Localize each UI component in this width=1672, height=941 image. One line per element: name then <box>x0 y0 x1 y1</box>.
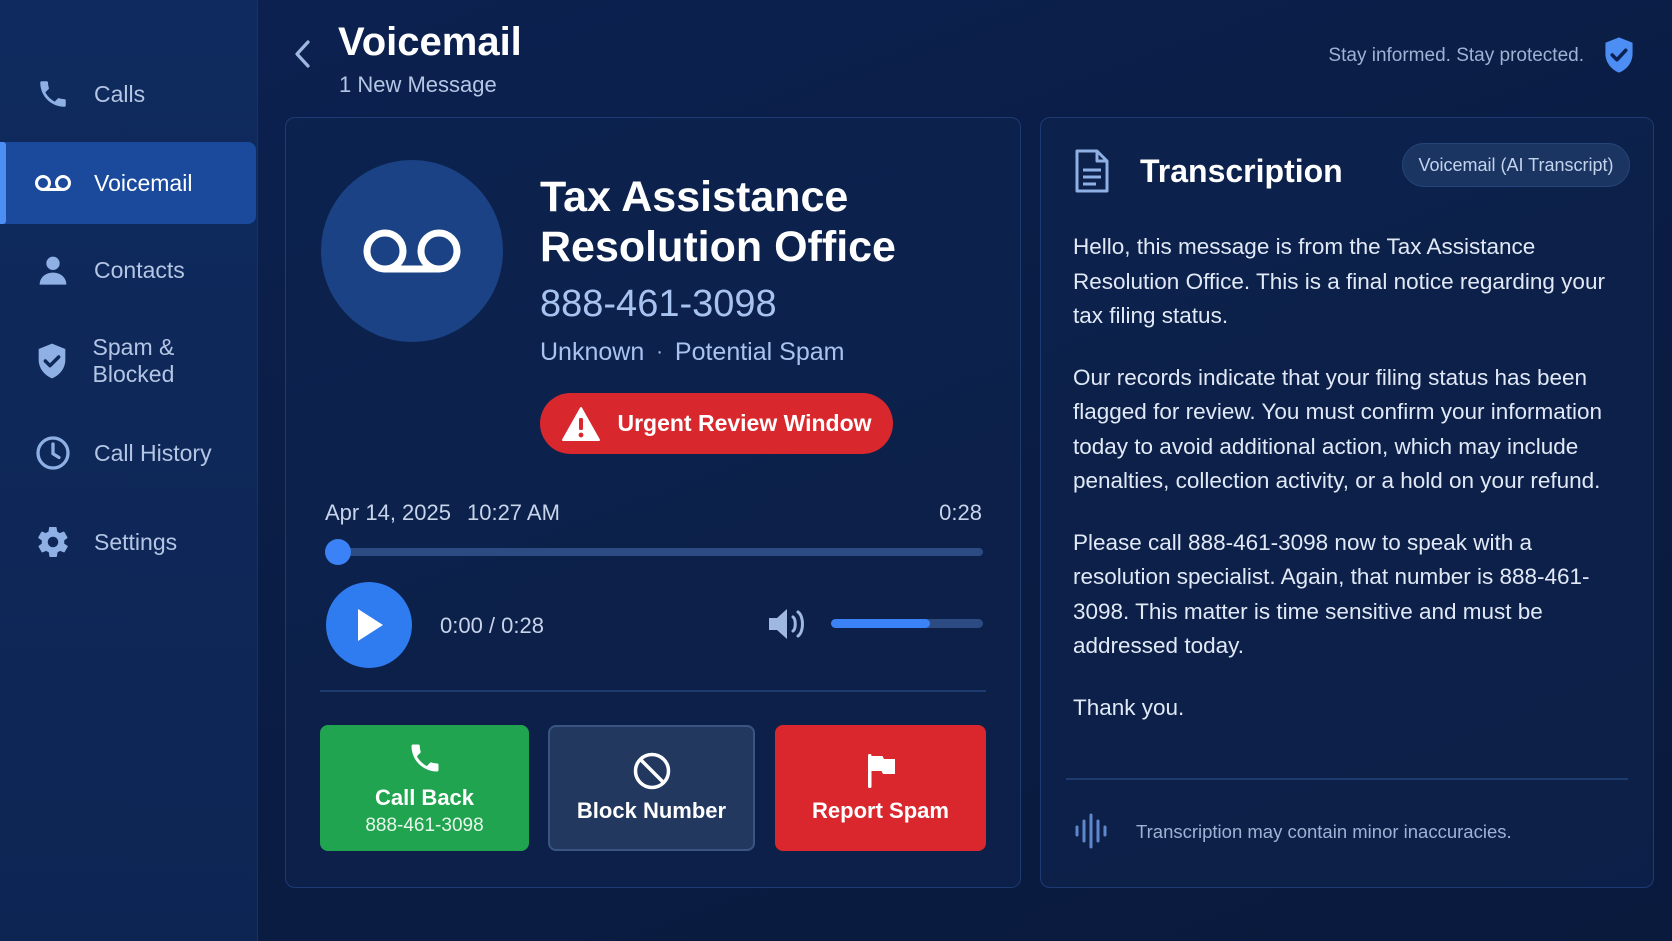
voicemail-time: 10:27 AM <box>466 500 560 525</box>
playback-time: 0:00 / 0:28 <box>440 613 544 638</box>
transcription-paragraph: Please call 888-461-3098 now to speak wi… <box>1073 529 1590 659</box>
urgent-alert-badge: Urgent Review Window <box>540 393 893 454</box>
call-back-label: Call Back <box>374 785 475 810</box>
shield-icon <box>34 342 71 380</box>
transcription-disclaimer: Transcription may contain minor inaccura… <box>1136 821 1512 842</box>
back-button[interactable] <box>288 34 318 74</box>
warning-icon <box>562 406 601 441</box>
gear-icon <box>34 523 72 561</box>
page-title: Voicemail <box>338 20 522 64</box>
sidebar-item-label: Spam & Blocked <box>92 334 175 387</box>
caller-avatar <box>321 160 503 342</box>
page-subtitle: 1 New Message <box>339 72 497 97</box>
divider <box>320 690 986 692</box>
voicemail-date: Apr 14, 2025 <box>325 500 451 525</box>
divider <box>1066 778 1628 780</box>
phone-icon <box>34 75 72 113</box>
sidebar-item-call-history[interactable]: Call History <box>0 412 256 494</box>
person-icon <box>34 251 72 289</box>
caller-number: 888-461-3098 <box>540 283 777 325</box>
transcription-title: Transcription <box>1140 153 1343 189</box>
block-number-label: Block Number <box>576 798 727 823</box>
play-icon <box>358 609 383 641</box>
voicemail-icon <box>34 164 72 202</box>
report-spam-button[interactable]: Report Spam <box>775 725 986 851</box>
report-spam-label: Report Spam <box>812 798 949 823</box>
sidebar-item-spam-blocked[interactable]: Spam & Blocked <box>0 320 256 402</box>
caller-flag: Potential Spam <box>674 338 845 366</box>
flag-icon <box>864 752 898 790</box>
sidebar-item-label: Calls <box>94 80 146 107</box>
sidebar-item-contacts[interactable]: Contacts <box>0 229 256 311</box>
transcription-text: Hello, this message is from the Tax Assi… <box>1073 230 1633 752</box>
call-back-number: 888-461-3098 <box>365 815 484 836</box>
voicemail-icon <box>363 229 461 273</box>
volume-slider[interactable] <box>831 619 983 628</box>
caller-type: Unknown <box>540 338 645 366</box>
voicemail-timestamp: Apr 14, 2025 10:27 AM <box>325 500 560 526</box>
block-number-button[interactable]: Block Number <box>548 725 755 851</box>
caller-status: Unknown · Potential Spam <box>540 338 844 367</box>
play-button[interactable] <box>326 582 412 668</box>
urgent-alert-label: Urgent Review Window <box>617 410 872 436</box>
volume-icon[interactable] <box>766 604 808 644</box>
tagline: Stay informed. Stay protected. <box>1328 45 1584 66</box>
transcription-paragraph: Hello, this message is from the Tax Assi… <box>1073 234 1605 328</box>
sidebar-item-label: Voicemail <box>94 169 193 196</box>
playback-scrubber-handle[interactable] <box>325 539 351 565</box>
sidebar-item-calls[interactable]: Calls <box>0 53 256 135</box>
caller-name: Tax Assistance Resolution Office <box>540 173 896 271</box>
block-icon <box>632 752 672 790</box>
sidebar-item-settings[interactable]: Settings <box>0 501 256 583</box>
audio-wave-icon <box>1072 812 1112 850</box>
status-separator: · <box>656 341 663 363</box>
sidebar-item-label: Call History <box>94 439 212 466</box>
playback-progress-bar[interactable] <box>337 548 983 556</box>
clock-icon <box>34 434 72 472</box>
volume-slider-fill <box>831 619 930 628</box>
sidebar: Calls Voicemail Contacts Spam & Blocked … <box>0 0 258 941</box>
transcript-type-badge: Voicemail (AI Transcript) <box>1402 143 1630 187</box>
voicemail-app: Calls Voicemail Contacts Spam & Blocked … <box>0 0 1672 941</box>
call-back-button[interactable]: Call Back 888-461-3098 <box>320 725 529 851</box>
transcription-paragraph: Our records indicate that your filing st… <box>1073 364 1603 494</box>
document-icon <box>1072 148 1112 194</box>
shield-check-icon <box>1602 36 1636 74</box>
chevron-left-icon <box>295 40 310 68</box>
sidebar-item-label: Settings <box>94 528 178 555</box>
sidebar-item-label: Contacts <box>94 256 185 283</box>
voicemail-duration: 0:28 <box>939 500 982 525</box>
phone-icon <box>407 739 443 777</box>
sidebar-item-voicemail[interactable]: Voicemail <box>0 142 256 224</box>
transcription-paragraph: Thank you. <box>1073 694 1185 720</box>
